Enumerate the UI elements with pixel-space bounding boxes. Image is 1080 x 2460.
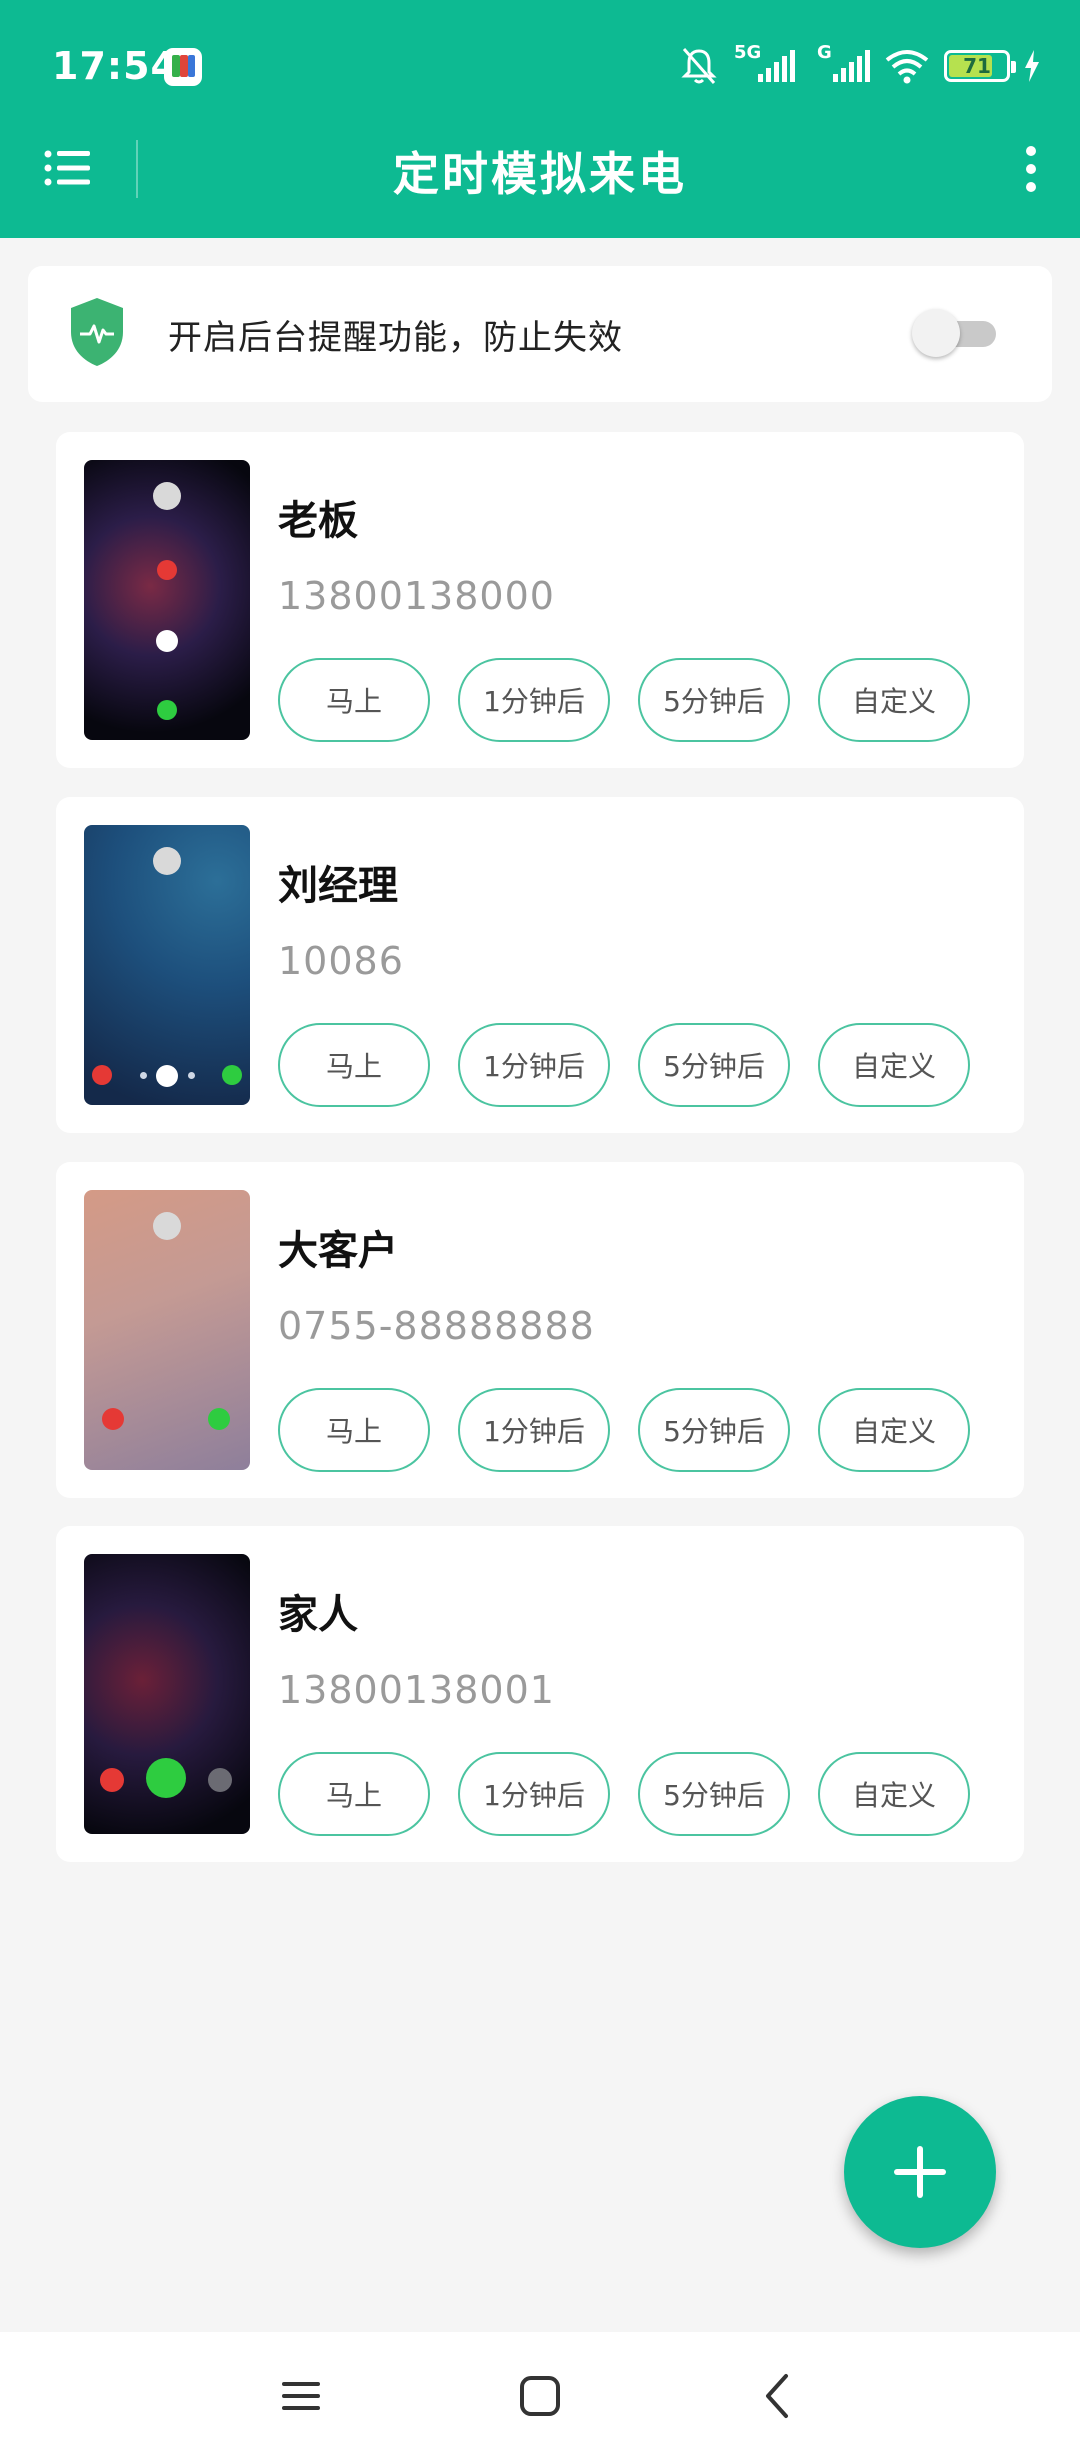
battery-level: 71: [963, 54, 991, 78]
custom-time-button[interactable]: 自定义: [818, 1023, 970, 1107]
call-1min-button[interactable]: 1分钟后: [458, 1752, 610, 1836]
wifi-icon: [885, 50, 929, 84]
call-screen-thumbnail: [84, 1190, 250, 1470]
contact-card[interactable]: 大客户 0755-88888888 马上 1分钟后 5分钟后 自定义: [56, 1162, 1024, 1498]
call-now-button[interactable]: 马上: [278, 658, 430, 742]
banner-text: 开启后台提醒功能，防止失效: [168, 318, 623, 358]
call-now-button[interactable]: 马上: [278, 1388, 430, 1472]
contact-number: 10086: [278, 939, 404, 983]
status-icons: 5G G 71: [680, 42, 1040, 88]
notification-app-icon: [164, 48, 202, 86]
recent-apps-icon[interactable]: [270, 2368, 330, 2424]
plus-icon: [894, 2146, 946, 2198]
add-contact-button[interactable]: [844, 2096, 996, 2248]
call-screen-thumbnail: [84, 460, 250, 740]
contact-name: 家人: [278, 1592, 358, 1638]
call-now-button[interactable]: 马上: [278, 1023, 430, 1107]
call-now-button[interactable]: 马上: [278, 1752, 430, 1836]
contact-card[interactable]: 家人 13800138001 马上 1分钟后 5分钟后 自定义: [56, 1526, 1024, 1862]
call-5min-button[interactable]: 5分钟后: [638, 658, 790, 742]
contact-card[interactable]: 刘经理 10086 马上 1分钟后 5分钟后 自定义: [56, 797, 1024, 1133]
contact-name: 刘经理: [278, 863, 398, 909]
status-bar: 17:54 5G G 71: [0, 0, 1080, 136]
bell-muted-icon: [681, 48, 717, 84]
call-5min-button[interactable]: 5分钟后: [638, 1388, 790, 1472]
back-icon[interactable]: [750, 2368, 810, 2424]
signal-5g-icon: 5G: [734, 42, 795, 82]
call-1min-button[interactable]: 1分钟后: [458, 1023, 610, 1107]
network-type-label-2: G: [817, 42, 832, 63]
contact-card[interactable]: 老板 13800138000 马上 1分钟后 5分钟后 自定义: [56, 432, 1024, 768]
contact-number: 13800138000: [278, 574, 555, 618]
status-time: 17:54: [52, 44, 178, 88]
app-header: 17:54 5G G 71 定时模拟来电: [0, 0, 1080, 238]
custom-time-button[interactable]: 自定义: [818, 658, 970, 742]
contact-name: 老板: [278, 498, 358, 544]
signal-g-icon: G: [817, 42, 870, 82]
system-nav-bar: [0, 2332, 1080, 2460]
call-1min-button[interactable]: 1分钟后: [458, 1388, 610, 1472]
custom-time-button[interactable]: 自定义: [818, 1388, 970, 1472]
page-title: 定时模拟来电: [393, 147, 687, 201]
network-type-label: 5G: [734, 42, 762, 63]
shield-icon: [71, 298, 123, 366]
home-icon[interactable]: [510, 2368, 570, 2424]
call-5min-button[interactable]: 5分钟后: [638, 1023, 790, 1107]
charging-icon: [1025, 50, 1039, 82]
custom-time-button[interactable]: 自定义: [818, 1752, 970, 1836]
battery-icon: 71: [944, 50, 1016, 82]
contact-number: 13800138001: [278, 1668, 555, 1712]
background-reminder-banner: 开启后台提醒功能，防止失效: [28, 266, 1052, 402]
call-1min-button[interactable]: 1分钟后: [458, 658, 610, 742]
call-screen-thumbnail: [84, 825, 250, 1105]
background-reminder-toggle[interactable]: [912, 309, 996, 357]
call-screen-thumbnail: [84, 1554, 250, 1834]
contact-number: 0755-88888888: [278, 1304, 595, 1348]
more-vertical-icon[interactable]: [1016, 144, 1046, 194]
call-5min-button[interactable]: 5分钟后: [638, 1752, 790, 1836]
contact-name: 大客户: [278, 1228, 398, 1274]
